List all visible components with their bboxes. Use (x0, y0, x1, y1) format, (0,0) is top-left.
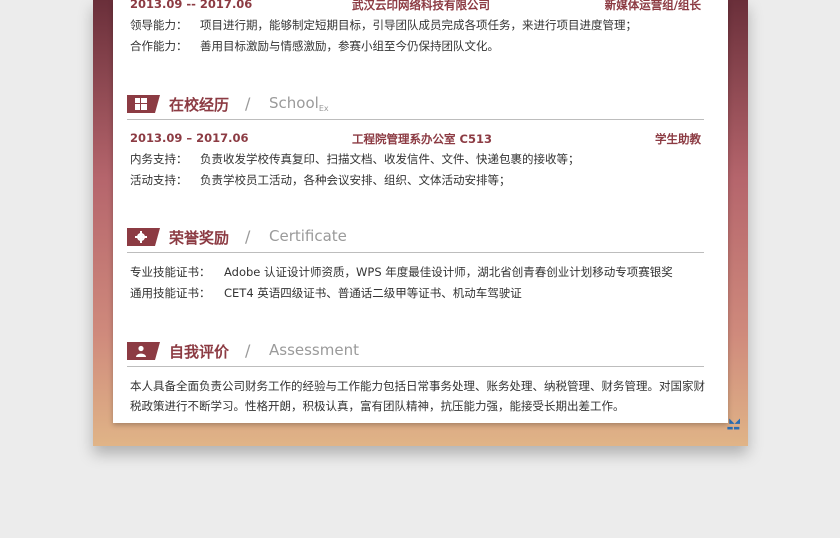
work-line-2: 合作能力： 善用目标激励与情感激励，参赛小组至今仍保持团队文化。 (130, 39, 499, 53)
work-company: 武汉云印网络科技有限公司 (352, 0, 490, 12)
school-line-2: 活动支持： 负责学校员工活动，各种会议安排、组织、文体活动安排等； (130, 173, 511, 187)
section-divider-slash: / (245, 341, 251, 360)
work-entry-header: 2013.09 -- 2017.06 武汉云印网络科技有限公司 新媒体运营组/组… (130, 0, 701, 13)
school-org: 工程院管理系办公室 C513 (352, 132, 492, 146)
section-title-cn: 荣誉奖励 (169, 229, 230, 247)
section-honor-header: 荣誉奖励 / Certificate (127, 222, 704, 253)
gear-icon (127, 228, 160, 246)
honor-line-2: 通用技能证书： CET4 英语四级证书、普通话二级甲等证书、机动车驾驶证 (130, 286, 522, 300)
work-role: 新媒体运营组/组长 (604, 0, 701, 12)
section-title-en: Certificate (269, 227, 347, 245)
section-title-cn: 在校经历 (169, 96, 230, 114)
school-line-1: 内务支持： 负责收发学校传真复印、扫描文档、收发信件、文件、快递包裹的接收等； (130, 152, 580, 166)
section-divider-slash: / (245, 94, 251, 113)
assessment-text: 本人具备全面负责公司财务工作的经验与工作能力包括日常事务处理、账务处理、纳税管理… (130, 379, 705, 413)
honor-line-1: 专业技能证书： Adobe 认证设计师资质，WPS 年度最佳设计师，湖北省创青春创… (130, 265, 673, 279)
section-school-header: 在校经历 / SchoolEx (127, 89, 704, 120)
school-entry-header: 2013.09 – 2017.06 工程院管理系办公室 C513 学生助教 (130, 131, 701, 147)
school-role: 学生助教 (655, 132, 701, 146)
section-title-en: Assessment (269, 341, 359, 359)
resume-page: 2013.09 -- 2017.06 武汉云印网络科技有限公司 新媒体运营组/组… (113, 0, 728, 423)
section-title-en: SchoolEx (269, 94, 329, 113)
windows-icon (127, 95, 160, 113)
work-line-1: 领导能力： 项目进行期，能够制定短期目标，引导团队成员完成各项任务，来进行项目进度… (130, 18, 637, 32)
section-assessment-header: 自我评价 / Assessment (127, 336, 704, 367)
person-icon (127, 342, 160, 360)
section-divider-slash: / (245, 227, 251, 246)
work-date: 2013.09 -- 2017.06 (130, 0, 253, 11)
section-title-cn: 自我评价 (169, 343, 230, 361)
school-date: 2013.09 – 2017.06 (130, 131, 249, 145)
